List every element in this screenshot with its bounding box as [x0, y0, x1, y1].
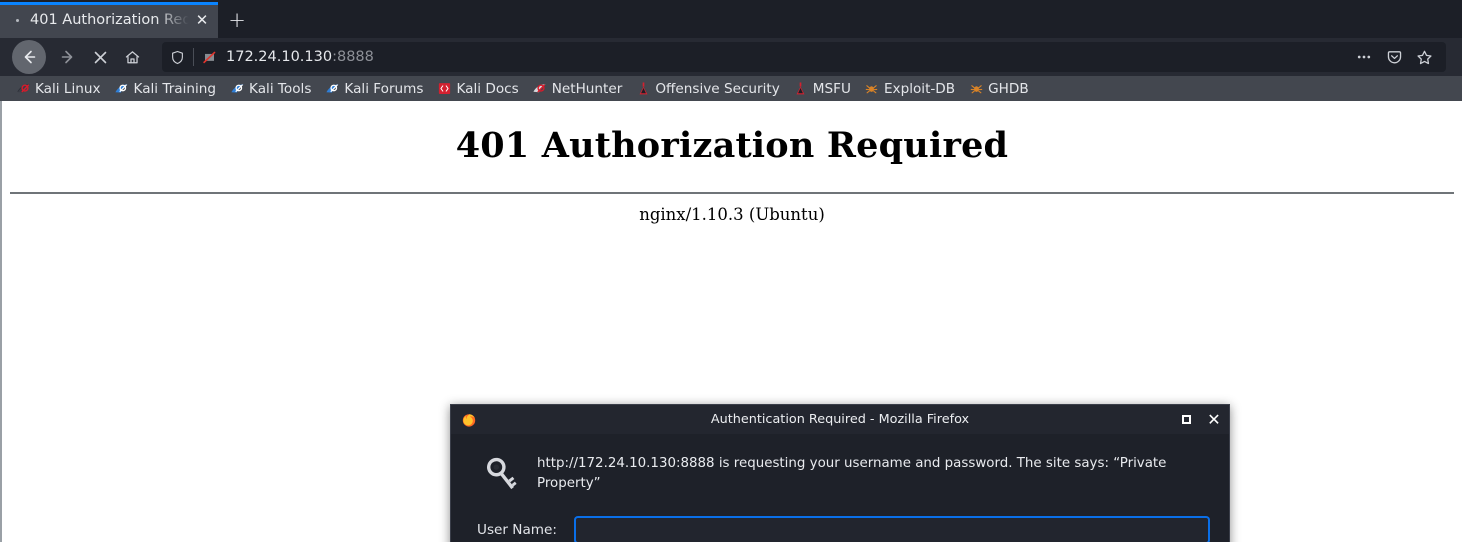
kali-blue-icon — [324, 81, 340, 97]
bookmark-kali-forums[interactable]: Kali Forums — [319, 78, 428, 100]
dialog-message-row: http://172.24.10.130:8888 is requesting … — [471, 452, 1209, 500]
navigation-toolbar: 172.24.10.130:8888 — [0, 38, 1462, 76]
server-signature: nginx/1.10.3 (Ubuntu) — [639, 205, 825, 224]
bookmark-kali-tools[interactable]: Kali Tools — [224, 78, 316, 100]
dialog-title: Authentication Required - Mozilla Firefo… — [710, 412, 970, 427]
bookmark-label: MSFU — [812, 80, 851, 97]
bookmark-kali-linux[interactable]: Kali Linux — [10, 78, 106, 100]
close-icon[interactable]: ✕ — [1207, 410, 1221, 429]
dialog-message: http://172.24.10.130:8888 is requesting … — [537, 456, 1167, 491]
bookmark-offensive-security[interactable]: Offensive Security — [630, 78, 784, 100]
pocket-icon[interactable] — [1380, 44, 1408, 70]
kali-blue-icon — [114, 81, 130, 97]
kali-docs-icon — [436, 81, 452, 97]
new-tab-button[interactable]: + — [218, 2, 256, 38]
bookmark-msfu[interactable]: MSFU — [788, 78, 856, 100]
username-label: User Name: — [477, 522, 557, 538]
url-bar-actions — [1350, 44, 1438, 70]
tab-401-authorization-required[interactable]: 401 Authorization Requi ✕ — [0, 2, 218, 38]
dialog-body: http://172.24.10.130:8888 is requesting … — [451, 434, 1229, 542]
site-identity-shield-icon[interactable] — [170, 48, 194, 66]
dialog-window-buttons: ✕ — [1179, 410, 1221, 429]
bookmark-label: Kali Linux — [35, 80, 101, 97]
stop-x-icon — [92, 49, 109, 66]
offsec-icon — [635, 81, 651, 97]
bookmark-ghdb[interactable]: GHDB — [963, 78, 1034, 100]
url-port: :8888 — [332, 49, 374, 65]
tab-close-icon[interactable]: ✕ — [192, 10, 212, 30]
bookmark-nethunter[interactable]: NetHunter — [527, 78, 628, 100]
nethunter-icon — [532, 81, 548, 97]
bookmark-star-icon[interactable] — [1410, 44, 1438, 70]
bookmark-label: Exploit-DB — [883, 80, 956, 97]
offsec-icon — [793, 81, 809, 97]
key-icon — [471, 452, 537, 500]
insecure-connection-icon[interactable] — [202, 50, 217, 65]
authentication-required-dialog: Authentication Required - Mozilla Firefo… — [450, 404, 1230, 542]
url-host: 172.24.10.130 — [226, 49, 333, 65]
bookmark-kali-docs[interactable]: Kali Docs — [431, 78, 523, 100]
bookmark-label: Kali Forums — [344, 80, 424, 97]
home-icon — [124, 49, 141, 66]
maximize-icon[interactable] — [1179, 413, 1193, 427]
bookmark-label: NetHunter — [551, 80, 623, 97]
forward-arrow-icon — [59, 48, 77, 66]
dialog-title-bar: Authentication Required - Mozilla Firefo… — [451, 405, 1229, 434]
bookmark-label: Kali Docs — [456, 80, 519, 97]
stop-button[interactable] — [84, 42, 116, 72]
page-actions-icon[interactable] — [1350, 44, 1378, 70]
exploit-db-icon — [864, 81, 880, 97]
username-field-row: User Name: — [471, 517, 1209, 542]
bookmark-label: GHDB — [988, 80, 1029, 97]
home-button[interactable] — [116, 42, 148, 72]
url-text: 172.24.10.130:8888 — [226, 49, 1350, 65]
bookmarks-bar: Kali Linux Kali Training Kali Tools Kali… — [0, 76, 1462, 101]
url-bar[interactable]: 172.24.10.130:8888 — [162, 42, 1446, 72]
forward-button[interactable] — [52, 42, 84, 72]
bookmark-exploit-db[interactable]: Exploit-DB — [859, 78, 960, 100]
kali-blue-icon — [229, 81, 245, 97]
bookmark-label: Offensive Security — [655, 80, 780, 97]
firefox-icon — [461, 412, 477, 428]
tab-favicon-icon — [10, 12, 26, 28]
horizontal-rule — [10, 192, 1454, 194]
kali-dragon-icon — [15, 81, 31, 97]
back-arrow-icon — [20, 48, 38, 66]
page-content: 401 Authorization Required nginx/1.10.3 … — [0, 101, 1462, 542]
username-input[interactable] — [575, 517, 1209, 542]
tab-title: 401 Authorization Requi — [30, 12, 192, 28]
bookmark-kali-training[interactable]: Kali Training — [109, 78, 222, 100]
browser-window: 401 Authorization Requi ✕ + 172.24.10.13… — [0, 0, 1462, 542]
bookmark-label: Kali Tools — [249, 80, 312, 97]
back-button[interactable] — [12, 40, 46, 74]
exploit-db-icon — [968, 81, 984, 97]
tab-strip: 401 Authorization Requi ✕ + — [0, 0, 1462, 38]
bookmark-label: Kali Training — [133, 80, 217, 97]
page-title: 401 Authorization Required — [455, 125, 1009, 166]
